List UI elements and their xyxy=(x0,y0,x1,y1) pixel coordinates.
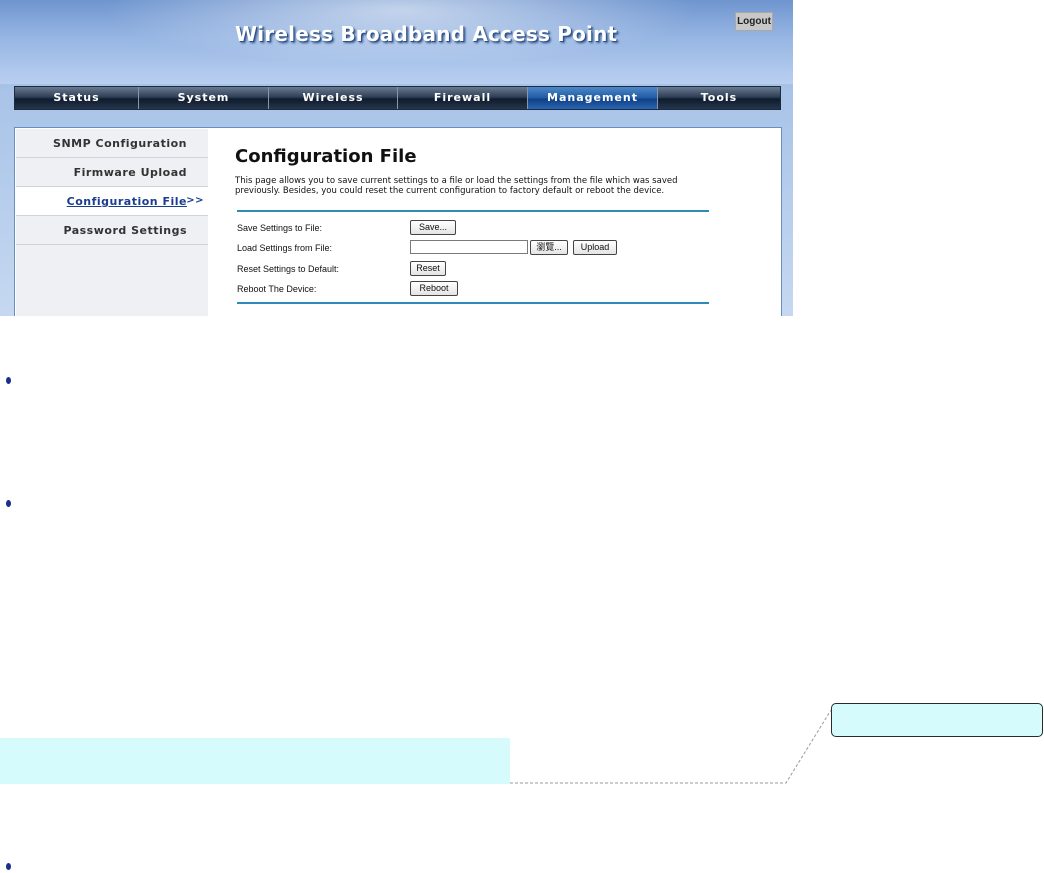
callout-highlight xyxy=(0,738,510,784)
header-banner: Wireless Broadband Access Point Logout xyxy=(0,0,793,84)
upload-button[interactable]: Upload xyxy=(573,240,617,255)
save-button[interactable]: Save... xyxy=(410,220,456,235)
content-panel: SNMP Configuration Firmware Upload Confi… xyxy=(14,127,782,316)
save-settings-label: Save Settings to File: xyxy=(237,223,323,233)
divider-top xyxy=(237,210,709,212)
reboot-device-label: Reboot The Device: xyxy=(237,284,317,294)
browse-button[interactable]: 瀏覽... xyxy=(530,240,568,255)
load-settings-label: Load Settings from File: xyxy=(237,243,333,253)
tab-system[interactable]: System xyxy=(139,87,269,109)
row-load-settings: Load Settings from File: 瀏覽... Upload xyxy=(237,240,707,258)
reset-settings-label: Reset Settings to Default: xyxy=(237,264,340,274)
bullet-icon xyxy=(6,863,11,870)
row-save-settings: Save Settings to File: Save... xyxy=(237,220,707,238)
bullet-icon xyxy=(6,377,11,384)
double-chevron-right-icon: >> xyxy=(186,195,204,206)
main-nav: Status System Wireless Firewall Manageme… xyxy=(14,86,781,110)
sidebar-item-label: Password Settings xyxy=(63,224,187,237)
divider-bottom xyxy=(237,302,709,304)
tab-management[interactable]: Management xyxy=(528,87,658,109)
tab-tools[interactable]: Tools xyxy=(658,87,780,109)
tab-wireless[interactable]: Wireless xyxy=(269,87,398,109)
page-title: Configuration File xyxy=(235,146,417,167)
sidebar-item-configuration-file[interactable]: Configuration File >> xyxy=(16,187,208,216)
row-reset-settings: Reset Settings to Default: Reset xyxy=(237,261,707,279)
main-content: Configuration File This page allows you … xyxy=(235,128,715,316)
page-description: This page allows you to save current set… xyxy=(235,176,678,196)
sidebar-item-label: SNMP Configuration xyxy=(53,137,187,150)
tab-firewall[interactable]: Firewall xyxy=(398,87,528,109)
reboot-button[interactable]: Reboot xyxy=(410,281,458,296)
logout-button[interactable]: Logout xyxy=(735,12,773,31)
app-title: Wireless Broadband Access Point xyxy=(235,22,618,46)
sidebar-item-label: Firmware Upload xyxy=(73,166,187,179)
callout-box xyxy=(831,703,1043,737)
screenshot-frame: Wireless Broadband Access Point Logout S… xyxy=(0,0,793,316)
sidebar-item-label: Configuration File xyxy=(66,195,187,208)
bullet-icon xyxy=(6,500,11,507)
reset-button[interactable]: Reset xyxy=(410,261,446,276)
sidebar-item-password-settings[interactable]: Password Settings xyxy=(16,216,208,245)
file-path-input[interactable] xyxy=(410,240,528,254)
row-reboot-device: Reboot The Device: Reboot xyxy=(237,281,707,299)
sidebar-item-firmware-upload[interactable]: Firmware Upload xyxy=(16,158,208,187)
sidebar-item-snmp-configuration[interactable]: SNMP Configuration xyxy=(16,129,208,158)
sidebar: SNMP Configuration Firmware Upload Confi… xyxy=(16,129,208,316)
tab-status[interactable]: Status xyxy=(15,87,139,109)
